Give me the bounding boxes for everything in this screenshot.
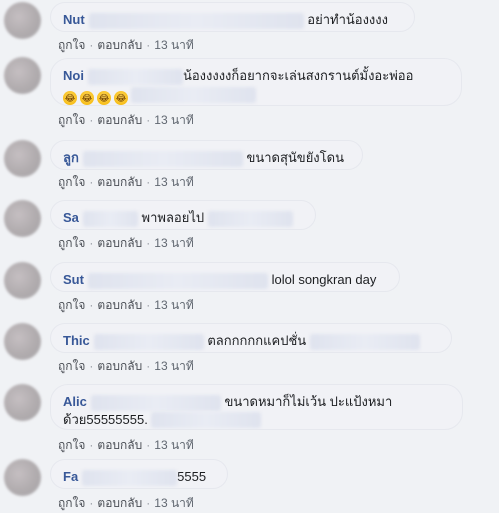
comment-text: อย่าทำน้องงงง (307, 12, 388, 27)
separator: · (146, 38, 151, 52)
redacted-text (131, 87, 256, 104)
redacted-text (88, 12, 304, 29)
like-link[interactable]: ถูกใจ (58, 236, 85, 250)
comment-bubble: ลูก ขนาดสุนัขยังโดน (50, 140, 363, 170)
redacted-text (207, 210, 293, 227)
separator: · (146, 113, 151, 127)
redacted-text (87, 68, 183, 85)
avatar[interactable] (4, 262, 41, 299)
reply-link[interactable]: ตอบกลับ (97, 359, 142, 373)
reply-link[interactable]: ตอบกลับ (97, 298, 142, 312)
timestamp[interactable]: 13 นาที (154, 298, 194, 312)
like-link[interactable]: ถูกใจ (58, 298, 85, 312)
separator: · (89, 496, 94, 510)
avatar[interactable] (4, 459, 41, 496)
timestamp[interactable]: 13 นาที (154, 438, 194, 452)
comment-actions: ถูกใจ · ตอบกลับ · 13 นาที (58, 173, 194, 192)
timestamp[interactable]: 13 นาที (154, 175, 194, 189)
redacted-text (93, 333, 204, 350)
reply-link[interactable]: ตอบกลับ (97, 113, 142, 127)
comment-actions: ถูกใจ · ตอบกลับ · 13 นาที (58, 36, 194, 55)
timestamp[interactable]: 13 นาที (154, 38, 194, 52)
like-link[interactable]: ถูกใจ (58, 38, 85, 52)
separator: · (146, 236, 151, 250)
separator: · (89, 113, 94, 127)
laugh-emoji-icon: 😂 (63, 90, 77, 105)
laugh-emoji-icon: 😂 (80, 90, 94, 105)
avatar[interactable] (4, 384, 41, 421)
comment-bubble: Sa พาพลอยไป (50, 200, 316, 230)
avatar[interactable] (4, 200, 41, 237)
separator: · (89, 298, 94, 312)
redacted-text (87, 272, 268, 289)
comment-text: 5555 (177, 469, 207, 484)
redacted-text (82, 469, 178, 486)
commenter-name[interactable]: ลูก (63, 150, 79, 165)
separator: · (146, 175, 151, 189)
comment-text: ขนาดหมาก็ไม่เว้น ปะแป้งหมา (224, 394, 393, 409)
comment-bubble: Noi น้องงงงงก็อยากจะเล่นสงกรานต์มั้งอะพ่อ… (50, 58, 462, 106)
comment-text: lolol songkran day (271, 272, 377, 287)
like-link[interactable]: ถูกใจ (58, 175, 85, 189)
like-link[interactable]: ถูกใจ (58, 496, 85, 510)
redacted-text (90, 394, 221, 411)
reply-link[interactable]: ตอบกลับ (97, 438, 142, 452)
commenter-name[interactable]: Alic (63, 394, 87, 409)
reply-link[interactable]: ตอบกลับ (97, 38, 142, 52)
redacted-text (82, 210, 138, 227)
separator: · (146, 298, 151, 312)
redacted-text (309, 333, 420, 350)
comment-actions: ถูกใจ · ตอบกลับ · 13 นาที (58, 494, 194, 513)
reply-link[interactable]: ตอบกลับ (97, 496, 142, 510)
comment-text: ด้วย55555555. (63, 411, 148, 427)
like-link[interactable]: ถูกใจ (58, 113, 85, 127)
avatar[interactable] (4, 323, 41, 360)
redacted-text (82, 150, 243, 167)
reply-link[interactable]: ตอบกลับ (97, 175, 142, 189)
separator: · (89, 359, 94, 373)
commenter-name[interactable]: Fa (63, 469, 78, 484)
separator: · (146, 438, 151, 452)
comment-bubble: Sut lolol songkran day (50, 262, 400, 292)
separator: · (89, 175, 94, 189)
laugh-emoji-icon: 😂 (114, 90, 128, 105)
avatar[interactable] (4, 140, 41, 177)
comment-bubble: Alic ขนาดหมาก็ไม่เว้น ปะแป้งหมา ด้วย5555… (50, 384, 463, 430)
commenter-name[interactable]: Sut (63, 272, 84, 287)
timestamp[interactable]: 13 นาที (154, 113, 194, 127)
commenter-name[interactable]: Noi (63, 68, 84, 83)
comment-bubble: Fa 5555 (50, 459, 228, 489)
comment-actions: ถูกใจ · ตอบกลับ · 13 นาที (58, 436, 194, 455)
avatar[interactable] (4, 2, 41, 39)
comment-text: พาพลอยไป (141, 210, 205, 225)
like-link[interactable]: ถูกใจ (58, 438, 85, 452)
comment-actions: ถูกใจ · ตอบกลับ · 13 นาที (58, 296, 194, 315)
comment-actions: ถูกใจ · ตอบกลับ · 13 นาที (58, 357, 194, 376)
reply-link[interactable]: ตอบกลับ (97, 236, 142, 250)
separator: · (89, 438, 94, 452)
separator: · (146, 496, 151, 510)
comment-text: ตลกกกกกแคปชั่น (207, 333, 307, 348)
timestamp[interactable]: 13 นาที (154, 496, 194, 510)
comment-actions: ถูกใจ · ตอบกลับ · 13 นาที (58, 234, 194, 253)
separator: · (89, 236, 94, 250)
comment-actions: ถูกใจ · ตอบกลับ · 13 นาที (58, 111, 194, 130)
comment-bubble: Thic ตลกกกกกแคปชั่น (50, 323, 452, 353)
redacted-text (151, 412, 262, 429)
comment-text: น้องงงงงก็อยากจะเล่นสงกรานต์มั้งอะพ่ออ (182, 68, 414, 83)
timestamp[interactable]: 13 นาที (154, 359, 194, 373)
separator: · (89, 38, 94, 52)
commenter-name[interactable]: Thic (63, 333, 90, 348)
separator: · (146, 359, 151, 373)
commenter-name[interactable]: Nut (63, 12, 85, 27)
commenter-name[interactable]: Sa (63, 210, 79, 225)
like-link[interactable]: ถูกใจ (58, 359, 85, 373)
comment-bubble: Nut อย่าทำน้องงงง (50, 2, 415, 32)
comment-text: ขนาดสุนัขยังโดน (246, 150, 344, 165)
laugh-emoji-icon: 😂 (97, 90, 111, 105)
timestamp[interactable]: 13 นาที (154, 236, 194, 250)
avatar[interactable] (4, 57, 41, 94)
